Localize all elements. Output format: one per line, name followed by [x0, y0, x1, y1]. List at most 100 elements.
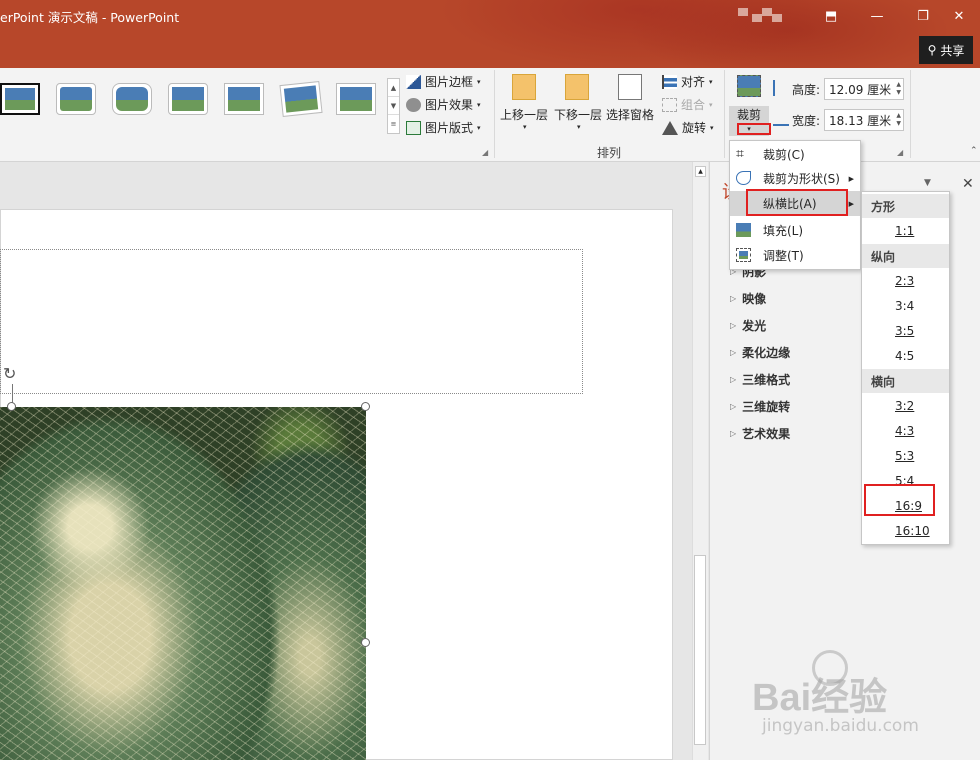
watermark-url: jingyan.baidu.com: [762, 716, 919, 736]
width-icon: [773, 112, 789, 126]
gallery-down-icon[interactable]: ▼: [388, 97, 399, 115]
rotate-icon: [662, 120, 678, 135]
expand-icon: ▷: [730, 294, 737, 303]
rotate-button[interactable]: 旋转 ▾: [662, 119, 714, 136]
shape-icon: [736, 171, 751, 185]
group-button[interactable]: 组合 ▾: [662, 96, 713, 113]
spinner-arrows-icon[interactable]: ▲ ▼: [896, 112, 901, 128]
user-avatar[interactable]: [738, 8, 748, 16]
watermark-brand: Bai经验: [752, 677, 888, 719]
ratio-4-5[interactable]: 4:5: [862, 344, 949, 368]
share-label: 共享: [940, 43, 965, 58]
ratio-3-5[interactable]: 3:5: [862, 319, 949, 343]
expand-icon: ▷: [730, 429, 737, 438]
picture-effects-button[interactable]: 图片效果 ▾: [406, 96, 481, 113]
picture-style-thumb[interactable]: [168, 83, 208, 115]
ratio-3-2[interactable]: 3:2: [862, 394, 949, 418]
dropdown-arrow-icon[interactable]: ▾: [577, 123, 581, 131]
pane-section-3d-format[interactable]: ▷ 三维格式: [730, 371, 790, 388]
ratio-2-3[interactable]: 2:3: [862, 269, 949, 293]
user-avatar-part: [762, 8, 772, 16]
pane-section-3d-rotation[interactable]: ▷ 三维旋转: [730, 398, 790, 415]
highlight-box: [746, 189, 848, 216]
bring-forward-button[interactable]: 上移一层: [500, 106, 548, 123]
rotate-handle-icon[interactable]: ↻: [3, 364, 23, 384]
menu-item-crop-to-shape[interactable]: 裁剪为形状(S) ▶: [730, 166, 860, 191]
height-label: 高度:: [792, 83, 821, 97]
expand-icon: ▷: [730, 402, 737, 411]
divider: [724, 70, 725, 158]
fit-icon: [736, 248, 751, 262]
ratio-3-4[interactable]: 3:4: [862, 294, 949, 318]
title-placeholder[interactable]: [0, 249, 583, 394]
menu-item-crop[interactable]: ⌗ 裁剪(C): [730, 142, 860, 167]
spinner-arrows-icon[interactable]: ▲ ▼: [896, 81, 901, 97]
close-icon[interactable]: ✕: [938, 0, 980, 32]
dialog-launcher-icon[interactable]: ◢: [897, 148, 903, 157]
highlight-box: [864, 484, 935, 516]
minimize-icon[interactable]: —: [854, 0, 900, 32]
resize-handle[interactable]: [7, 402, 16, 411]
dropdown-arrow-icon[interactable]: ▾: [523, 123, 527, 131]
scroll-up-icon[interactable]: ▲: [695, 166, 706, 177]
square-header: 方形: [862, 194, 949, 218]
pane-close-icon[interactable]: ✕: [962, 176, 974, 192]
picture-style-thumb[interactable]: [56, 83, 96, 115]
ratio-16-10[interactable]: 16:10: [862, 519, 949, 543]
layout-icon: [406, 120, 421, 135]
menu-item-fill[interactable]: 填充(L): [730, 218, 860, 243]
collapse-ribbon-icon[interactable]: ⌃: [970, 146, 978, 156]
picture-style-thumb[interactable]: [112, 83, 152, 115]
width-label: 宽度:: [792, 114, 821, 128]
picture-style-thumb[interactable]: [224, 83, 264, 115]
arrange-group-label: 排列: [597, 146, 622, 160]
picture-style-thumb[interactable]: [279, 80, 323, 118]
width-input[interactable]: 18.13 厘米 ▲ ▼: [824, 109, 904, 131]
crop-button[interactable]: 裁剪: [729, 106, 769, 122]
picture-layout-button[interactable]: 图片版式 ▾: [406, 119, 481, 136]
bring-forward-icon: [512, 74, 536, 100]
share-button[interactable]: ⚲ 共享: [919, 36, 973, 64]
selection-pane-button[interactable]: 选择窗格: [606, 106, 654, 123]
ratio-4-3[interactable]: 4:3: [862, 419, 949, 443]
pane-section-glow[interactable]: ▷ 发光: [730, 317, 766, 334]
user-avatar-part: [752, 14, 762, 22]
send-backward-button[interactable]: 下移一层: [554, 106, 602, 123]
user-avatar-part: [772, 14, 782, 22]
pane-section-artistic-effects[interactable]: ▷ 艺术效果: [730, 425, 790, 442]
ratio-5-3[interactable]: 5:3: [862, 444, 949, 468]
picture-style-thumb[interactable]: [336, 83, 376, 115]
fill-icon: [736, 223, 751, 237]
expand-icon: ▷: [730, 375, 737, 384]
align-icon: [662, 74, 677, 89]
resize-handle[interactable]: [361, 402, 370, 411]
gallery-more-icon[interactable]: ≡: [388, 115, 399, 133]
height-input[interactable]: 12.09 厘米 ▲ ▼: [824, 78, 904, 100]
portrait-header: 纵向: [862, 244, 949, 268]
gallery-scrollbar[interactable]: ▲ ▼ ≡: [387, 78, 400, 134]
resize-handle[interactable]: [361, 638, 370, 647]
selection-pane-icon: [618, 74, 642, 100]
ribbon-display-options-icon[interactable]: ⬒: [808, 0, 854, 32]
align-button[interactable]: 对齐 ▾: [662, 73, 713, 90]
submenu-arrow-icon: ▶: [848, 174, 854, 183]
cactus-picture[interactable]: [0, 407, 366, 760]
effects-icon: [406, 97, 421, 112]
menu-item-fit[interactable]: 调整(T): [730, 243, 860, 268]
divider: [494, 70, 495, 158]
baidu-watermark: Bai经验 jingyan.baidu.com: [752, 650, 952, 740]
pane-section-soft-edges[interactable]: ▷ 柔化边缘: [730, 344, 790, 361]
pane-options-icon[interactable]: ▼: [924, 178, 931, 188]
dialog-launcher-icon[interactable]: ◢: [482, 148, 488, 157]
highlight-box: [737, 123, 771, 135]
scrollbar-thumb[interactable]: [694, 555, 706, 745]
expand-icon: ▷: [730, 321, 737, 330]
picture-border-button[interactable]: 图片边框 ▾: [406, 73, 481, 90]
submenu-arrow-icon: ▶: [848, 199, 854, 208]
pane-section-reflection[interactable]: ▷ 映像: [730, 290, 766, 307]
ratio-1-1[interactable]: 1:1: [862, 219, 949, 243]
picture-style-thumb[interactable]: [0, 83, 40, 115]
divider: [910, 70, 911, 158]
gallery-up-icon[interactable]: ▲: [388, 79, 399, 97]
height-icon: [773, 80, 789, 96]
